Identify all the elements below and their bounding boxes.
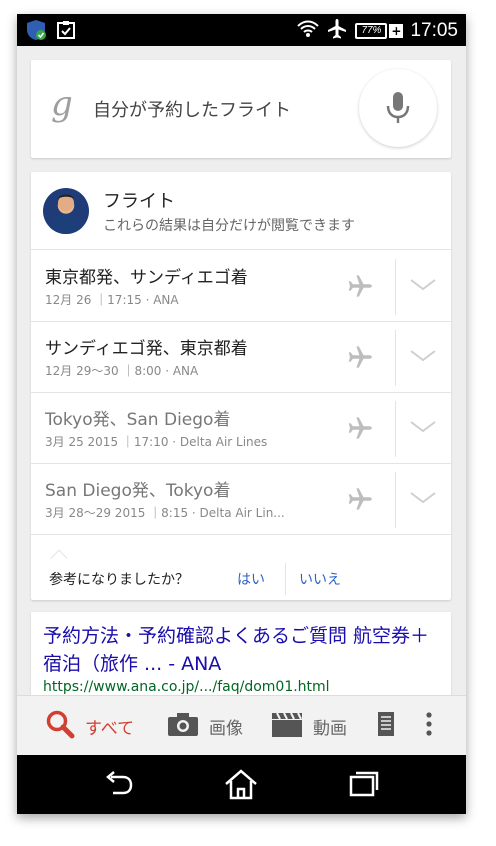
- flights-card: フライト これらの結果は自分だけが閲覧できます 東京都発、サンディエゴ着 12月…: [31, 172, 451, 600]
- flight-row[interactable]: サンディエゴ発、東京都着 12月 29〜30 ｜8:00 · ANA: [31, 322, 451, 393]
- flights-card-header: フライト これらの結果は自分だけが閲覧できます: [31, 172, 451, 250]
- clock: 17:05: [410, 20, 458, 41]
- flight-route: Tokyo発、San Diego着: [45, 410, 231, 430]
- more-options-button[interactable]: [425, 696, 433, 756]
- flight-row[interactable]: Tokyo発、San Diego着 3月 25 2015 ｜17:10 · De…: [31, 393, 451, 464]
- flight-detail: 12月 26 ｜17:15 · ANA: [45, 293, 179, 307]
- chevron-down-icon[interactable]: [409, 419, 437, 439]
- phone-screen: 77% + 17:05 g 自分が予約したフライト フライト これらの結果は自分…: [17, 14, 466, 814]
- battery-icon: 77% +: [355, 23, 404, 39]
- home-button[interactable]: [223, 767, 259, 805]
- clapperboard-icon: [271, 710, 303, 742]
- tab-news[interactable]: [377, 696, 395, 756]
- flight-route: San Diego発、Tokyo着: [45, 481, 231, 501]
- tab-images[interactable]: 画像: [167, 696, 243, 756]
- result-url: https://www.ana.co.jp/.../faq/dom01.html: [43, 679, 330, 695]
- tab-videos[interactable]: 動画: [271, 696, 347, 756]
- divider: [395, 401, 396, 457]
- chevron-down-icon[interactable]: [409, 490, 437, 510]
- google-g-logo: g: [51, 84, 73, 124]
- shield-check-icon: [25, 19, 47, 45]
- divider: [395, 259, 396, 315]
- airplane-icon: [347, 486, 373, 516]
- camera-icon: [167, 711, 199, 741]
- search-tabs: すべて 画像 動画: [17, 695, 466, 755]
- flight-row[interactable]: San Diego発、Tokyo着 3月 28〜29 2015 ｜8:15 · …: [31, 464, 451, 535]
- airplane-icon: [347, 273, 373, 303]
- flight-detail: 3月 28〜29 2015 ｜8:15 · Delta Air Lin...: [45, 506, 285, 520]
- flights-card-title: フライト: [103, 191, 175, 212]
- battery-level: 77%: [355, 23, 388, 39]
- chevron-down-icon[interactable]: [409, 277, 437, 297]
- avatar: [43, 188, 89, 234]
- divider: [395, 330, 396, 386]
- charging-plus-icon: +: [389, 24, 404, 38]
- flight-route: サンディエゴ発、東京都着: [45, 339, 248, 359]
- tab-all[interactable]: すべて: [45, 696, 134, 756]
- result-title-link[interactable]: 予約方法・予約確認よくあるご質問 航空券＋宿泊（旅作 ... - ANA: [43, 622, 443, 678]
- feedback-bar: 参考になりましたか？ はい いいえ: [31, 557, 451, 600]
- news-icon: [377, 711, 395, 741]
- divider: [285, 563, 286, 595]
- flights-card-subtitle: これらの結果は自分だけが閲覧できます: [103, 218, 355, 234]
- wifi-icon: [297, 19, 320, 43]
- search-icon: [45, 709, 75, 743]
- clipboard-check-icon: [55, 19, 77, 45]
- airplane-icon: [347, 344, 373, 374]
- flight-row[interactable]: 東京都発、サンディエゴ着 12月 26 ｜17:15 · ANA: [31, 251, 451, 322]
- feedback-yes-button[interactable]: はい: [237, 569, 265, 589]
- flight-route: 東京都発、サンディエゴ着: [45, 268, 248, 288]
- tab-videos-label: 動画: [313, 718, 347, 739]
- microphone-icon: [386, 91, 410, 129]
- system-nav-bar: [17, 755, 466, 814]
- status-bar: 77% + 17:05: [17, 14, 466, 46]
- tab-all-label: すべて: [85, 718, 135, 739]
- flight-detail: 3月 25 2015 ｜17:10 · Delta Air Lines: [45, 435, 268, 449]
- feedback-no-button[interactable]: いいえ: [299, 569, 341, 589]
- feedback-question: 参考になりましたか？: [49, 572, 189, 588]
- recent-apps-button[interactable]: [347, 767, 381, 805]
- chevron-down-icon[interactable]: [409, 348, 437, 368]
- voice-search-button[interactable]: [359, 69, 437, 147]
- tab-images-label: 画像: [209, 718, 243, 739]
- search-result[interactable]: 予約方法・予約確認よくあるご質問 航空券＋宿泊（旅作 ... - ANA htt…: [31, 612, 451, 702]
- airplane-mode-icon: [326, 18, 348, 44]
- divider: [395, 472, 396, 528]
- search-query[interactable]: 自分が予約したフライト: [93, 96, 291, 122]
- search-box[interactable]: g 自分が予約したフライト: [31, 60, 451, 158]
- more-vert-icon: [425, 711, 433, 741]
- airplane-icon: [347, 415, 373, 445]
- flight-detail: 12月 29〜30 ｜8:00 · ANA: [45, 364, 199, 378]
- back-button[interactable]: [101, 767, 135, 805]
